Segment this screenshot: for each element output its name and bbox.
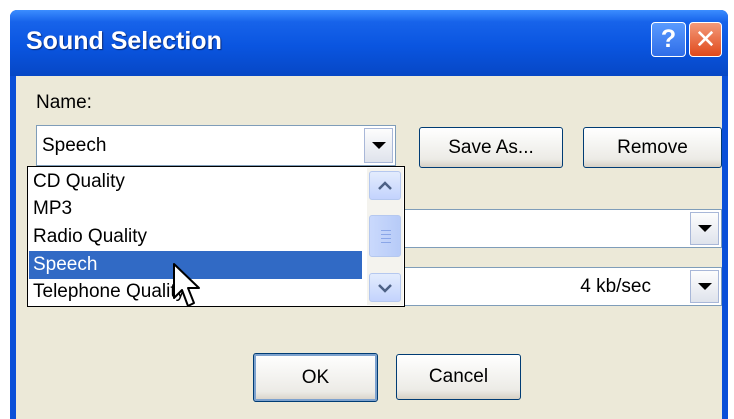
name-dropdown-list[interactable]: CD Quality MP3 Radio Quality Speech Tele… xyxy=(27,166,405,307)
chevron-down-icon xyxy=(371,142,386,149)
chevron-down-icon xyxy=(378,283,392,293)
chevron-down-icon xyxy=(697,225,712,232)
list-item-mp3[interactable]: MP3 xyxy=(29,195,362,223)
name-combobox[interactable]: Speech xyxy=(36,125,396,166)
chevron-down-icon xyxy=(697,283,712,290)
mouse-pointer-icon xyxy=(173,263,200,307)
help-button[interactable]: ? xyxy=(651,22,686,57)
name-label: Name: xyxy=(36,92,92,113)
list-item-radio-quality[interactable]: Radio Quality xyxy=(29,223,362,251)
name-dropdown-button[interactable] xyxy=(364,128,393,163)
close-icon: ✕ xyxy=(694,24,717,54)
name-combobox-value: Speech xyxy=(42,135,107,156)
cancel-button[interactable]: Cancel xyxy=(396,354,521,400)
remove-button[interactable]: Remove xyxy=(583,127,722,168)
ok-button[interactable]: OK xyxy=(253,353,378,402)
attributes-combobox-value: 4 kb/sec xyxy=(580,276,651,297)
format-dropdown-button[interactable] xyxy=(690,212,719,245)
chevron-up-icon xyxy=(378,180,392,190)
scroll-down-button[interactable] xyxy=(369,273,401,302)
close-button[interactable]: ✕ xyxy=(689,22,722,57)
dialog-title: Sound Selection xyxy=(26,27,222,55)
save-as-button[interactable]: Save As... xyxy=(419,127,563,168)
help-icon: ? xyxy=(660,25,677,53)
scroll-thumb[interactable] xyxy=(369,215,401,257)
title-bar[interactable]: Sound Selection ? ✕ xyxy=(10,10,728,76)
list-scrollbar[interactable] xyxy=(367,168,403,305)
attributes-dropdown-button[interactable] xyxy=(690,270,719,303)
scroll-up-button[interactable] xyxy=(369,171,401,200)
list-item-cd-quality[interactable]: CD Quality xyxy=(29,168,362,196)
